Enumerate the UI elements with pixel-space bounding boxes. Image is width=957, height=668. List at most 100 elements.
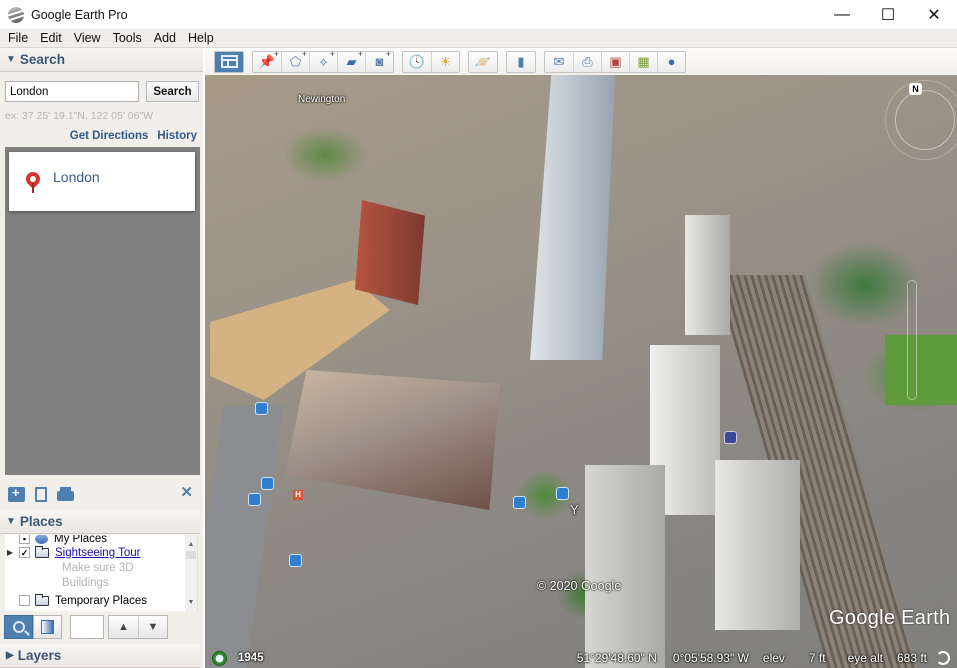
toolbar-group-time: 🕓 ☀ bbox=[402, 50, 460, 73]
bus-stop-icon[interactable] bbox=[248, 493, 261, 506]
placemark-stem bbox=[32, 183, 34, 193]
streaming-progress-icon bbox=[936, 651, 950, 665]
get-directions-link[interactable]: Get Directions bbox=[70, 130, 149, 142]
compass-ring[interactable] bbox=[895, 90, 955, 150]
places-search-field[interactable] bbox=[70, 615, 104, 639]
north-indicator[interactable]: N bbox=[909, 83, 922, 95]
scroll-up-arrow-icon[interactable]: ▲ bbox=[185, 539, 197, 551]
place-label[interactable]: Newington bbox=[298, 94, 345, 105]
maximize-button[interactable]: ☐ bbox=[865, 0, 911, 29]
expand-arrow-icon[interactable]: ▶ bbox=[5, 548, 15, 557]
building bbox=[585, 465, 665, 668]
search-result-name[interactable]: London bbox=[53, 169, 100, 185]
places-scrollbar[interactable]: ▲ ▼ bbox=[185, 535, 197, 611]
places-panel-header[interactable]: ▼ Places bbox=[0, 510, 200, 534]
search-panel-header[interactable]: ▼ Search bbox=[0, 48, 203, 72]
menu-add[interactable]: Add bbox=[150, 31, 180, 45]
menu-view[interactable]: View bbox=[70, 31, 105, 45]
earth-3d-view[interactable]: Newington H Y N © 2020 Google Google Ear… bbox=[205, 75, 957, 668]
view-in-maps-button[interactable]: ▦ bbox=[629, 51, 657, 72]
scroll-thumb[interactable] bbox=[186, 551, 196, 559]
park bbox=[885, 335, 957, 405]
scroll-down-arrow-icon[interactable]: ▼ bbox=[185, 597, 197, 609]
clock-icon: 🕓 bbox=[408, 53, 426, 69]
toolbar-group-add: 📌 + ⬠ + ⟡ + ▰ + ◙ + bbox=[252, 49, 394, 73]
add-folder-icon[interactable] bbox=[8, 485, 25, 502]
building bbox=[355, 200, 425, 305]
tree-item-sightseeing-tour[interactable]: ▶ ✓ Sightseeing Tour bbox=[5, 545, 140, 560]
sidebar-toggle-button[interactable] bbox=[33, 615, 62, 639]
toolbar-group-ruler: ▮ bbox=[506, 50, 536, 73]
search-button[interactable]: Search bbox=[146, 81, 199, 102]
add-path-button[interactable]: ⟡ + bbox=[309, 49, 337, 72]
printer-icon: ⎙ bbox=[582, 53, 593, 69]
sidebar-toggle-icon bbox=[41, 620, 54, 634]
globe-icon bbox=[35, 535, 48, 544]
layers-panel-header[interactable]: ▶ Layers bbox=[0, 644, 200, 668]
historical-imagery-button[interactable]: 🕓 bbox=[403, 52, 431, 72]
earth-gallery-button[interactable]: ● bbox=[657, 51, 685, 72]
clear-search-close-icon[interactable]: ✕ bbox=[180, 483, 193, 501]
main-toolbar: 📌 + ⬠ + ⟡ + ▰ + ◙ + 🕓 ☀ 🪐 ▮ ✉ ⎙ ▣ ▦ ● bbox=[205, 48, 957, 75]
hospital-icon[interactable]: H bbox=[293, 490, 303, 500]
tree-item-label: Temporary Places bbox=[55, 594, 148, 607]
move-down-button[interactable]: ▼ bbox=[138, 616, 167, 638]
sidebar-icon bbox=[220, 55, 238, 68]
menu-help[interactable]: Help bbox=[184, 31, 218, 45]
print-button[interactable]: ⎙ bbox=[573, 51, 601, 72]
save-image-icon: ▣ bbox=[609, 53, 622, 69]
pushpin-icon: 📌 bbox=[258, 53, 276, 69]
bus-stop-icon[interactable] bbox=[289, 554, 302, 567]
status-bar: 1945 51°29'48.60" N 0°05'58.93" W elev 7… bbox=[205, 648, 957, 668]
print-icon[interactable] bbox=[57, 487, 74, 501]
title-bar: Google Earth Pro — ☐ ✕ bbox=[0, 0, 957, 29]
globe-icon: ● bbox=[667, 54, 676, 69]
places-nav-row: ▲ ▼ bbox=[4, 615, 168, 639]
bar-icon[interactable]: Y bbox=[570, 502, 579, 517]
hide-sidebar-button[interactable] bbox=[215, 51, 243, 72]
metro-icon[interactable] bbox=[724, 431, 737, 444]
bus-stop-icon[interactable] bbox=[556, 487, 569, 500]
google-earth-watermark: Google Earth bbox=[829, 607, 951, 629]
tree-item-temporary-places[interactable]: Temporary Places bbox=[5, 593, 147, 608]
bus-stop-icon[interactable] bbox=[513, 496, 526, 509]
menu-edit[interactable]: Edit bbox=[36, 31, 66, 45]
checkbox[interactable] bbox=[19, 595, 30, 606]
elevation-value: 7 ft bbox=[808, 651, 826, 665]
record-tour-button[interactable]: ◙ + bbox=[365, 49, 393, 72]
checkbox[interactable]: ▪ bbox=[19, 535, 30, 544]
search-mode-button[interactable] bbox=[4, 615, 33, 639]
add-polygon-button[interactable]: ⬠ + bbox=[281, 49, 309, 72]
close-button[interactable]: ✕ bbox=[911, 0, 957, 29]
bus-stop-icon[interactable] bbox=[261, 477, 274, 490]
search-result-item[interactable]: London bbox=[9, 152, 195, 211]
copy-document-icon[interactable] bbox=[35, 486, 47, 502]
sunlight-button[interactable]: ☀ bbox=[431, 51, 459, 72]
google-earth-logo-icon bbox=[8, 6, 24, 23]
magnifier-icon bbox=[12, 621, 25, 633]
toolbar-group-planet: 🪐 bbox=[468, 50, 498, 73]
minimize-button[interactable]: — bbox=[819, 0, 865, 29]
add-image-overlay-button[interactable]: ▰ + bbox=[337, 49, 365, 72]
longitude: 0°05'58.93" W bbox=[672, 651, 749, 665]
sun-icon: ☀ bbox=[439, 53, 452, 69]
tree-item-label[interactable]: Sightseeing Tour bbox=[55, 547, 140, 559]
save-image-button[interactable]: ▣ bbox=[601, 51, 629, 72]
historical-imagery-clock-icon[interactable] bbox=[212, 650, 227, 666]
add-placemark-button[interactable]: 📌 + bbox=[253, 49, 281, 72]
window-title: Google Earth Pro bbox=[31, 7, 128, 22]
bus-stop-icon[interactable] bbox=[255, 402, 268, 415]
search-results: London bbox=[5, 147, 200, 475]
ruler-button[interactable]: ▮ bbox=[507, 52, 535, 72]
checkbox-checked[interactable]: ✓ bbox=[19, 547, 30, 558]
history-link[interactable]: History bbox=[157, 130, 197, 142]
folder-icon bbox=[35, 593, 49, 606]
move-up-button[interactable]: ▲ bbox=[109, 616, 138, 638]
menu-tools[interactable]: Tools bbox=[109, 31, 146, 45]
search-input[interactable] bbox=[5, 81, 139, 102]
email-button[interactable]: ✉ bbox=[545, 52, 573, 72]
eye-alt-label: eye alt bbox=[847, 651, 883, 665]
zoom-slider[interactable] bbox=[907, 280, 917, 400]
menu-file[interactable]: File bbox=[4, 31, 32, 45]
switch-planet-button[interactable]: 🪐 bbox=[469, 52, 497, 72]
